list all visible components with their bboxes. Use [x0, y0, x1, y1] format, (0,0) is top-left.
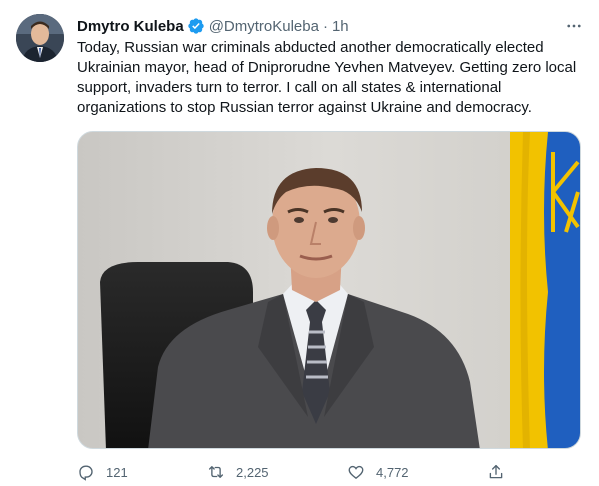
author-handle[interactable]: @DmytroKuleba	[209, 18, 319, 35]
like-icon	[348, 465, 364, 479]
reply-count: 121	[106, 464, 128, 480]
more-icon[interactable]	[565, 17, 583, 35]
separator-dot: ·	[322, 17, 328, 35]
like-count: 4,772	[376, 464, 409, 480]
retweet-icon	[208, 466, 224, 478]
tweet-actions: 121 2,225 4,772	[77, 462, 505, 482]
tweet-photo[interactable]	[77, 131, 581, 449]
avatar[interactable]	[16, 14, 64, 62]
share-button[interactable]	[487, 463, 505, 481]
share-icon	[489, 464, 503, 479]
tweet-time[interactable]: 1h	[332, 18, 349, 35]
retweet-button[interactable]: 2,225	[207, 463, 347, 481]
verified-badge-icon	[187, 17, 205, 35]
reply-icon	[79, 465, 93, 481]
tweet[interactable]: Dmytro Kuleba @DmytroKuleba · 1h Today, …	[0, 0, 599, 486]
like-button[interactable]: 4,772	[347, 463, 487, 481]
reply-button[interactable]: 121	[77, 463, 207, 481]
tweet-header: Dmytro Kuleba @DmytroKuleba · 1h	[77, 16, 349, 36]
tweet-text: Today, Russian war criminals abducted an…	[77, 39, 577, 116]
avatar-image	[16, 14, 64, 62]
retweet-count: 2,225	[236, 464, 269, 480]
author-name[interactable]: Dmytro Kuleba	[77, 18, 184, 35]
photo-portrait	[78, 132, 580, 448]
